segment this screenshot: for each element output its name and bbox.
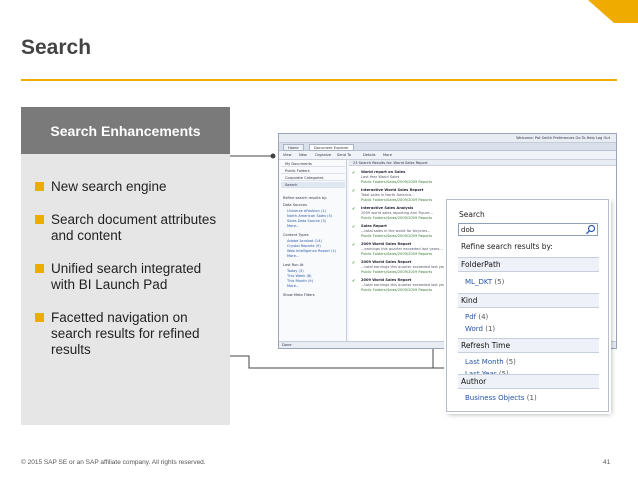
facet-item-name: Word: [465, 325, 483, 333]
facet-group-label[interactable]: Content Types: [283, 233, 309, 237]
nav-item-label: Corporate Categories: [285, 176, 324, 180]
facet-item-name: Last Month: [465, 358, 504, 366]
toolbar-details-button[interactable]: Details: [363, 153, 375, 157]
result-title[interactable]: Interactive Sales Analysis: [361, 206, 413, 210]
result-title[interactable]: 2009 World Sales Report: [361, 242, 411, 246]
result-snippet: Total sales in North America...: [361, 193, 415, 197]
result-path[interactable]: Public Folders/Sales/2009/2009 Reports: [361, 270, 432, 274]
nav-item[interactable]: Public Folders: [281, 168, 345, 174]
facet-group-label[interactable]: Show Meta Filters: [283, 293, 315, 297]
nav-item-label: Search: [285, 183, 298, 187]
search-input[interactable]: [458, 223, 598, 236]
refine-label: Refine search results by:: [461, 242, 553, 251]
facet-item-count: (1): [526, 394, 537, 402]
facet-item-name: ML_DKT: [465, 278, 493, 286]
toolbar-organize-button[interactable]: Organize: [315, 153, 331, 157]
search-callout: Search Refine search results by: FolderP…: [446, 199, 609, 412]
check-icon: ✔: [352, 224, 356, 229]
facet-item-count: (5): [494, 278, 505, 286]
result-title[interactable]: Interactive World Sales Report: [361, 188, 423, 192]
facet-link[interactable]: Universe eFashion (1): [287, 209, 326, 213]
result-path[interactable]: Public Folders/Sales/2009/2009 Reports: [361, 216, 432, 220]
search-icon[interactable]: [585, 224, 596, 235]
result-path[interactable]: Public Folders/Sales/2009/2009 Reports: [361, 180, 432, 184]
welcome-text: Welcome: Pat Smith Preferences Go To Hel…: [516, 136, 610, 140]
page-number: 41: [603, 459, 611, 466]
facet-link[interactable]: More...: [287, 254, 299, 258]
facet-header-folderpath[interactable]: FolderPath: [458, 257, 599, 272]
facet-header-kind[interactable]: Kind: [458, 293, 599, 308]
facet-item[interactable]: Last Month (5): [465, 358, 516, 366]
result-snippet: ...total earnings this quarter exceeded …: [361, 265, 453, 269]
result-snippet: 2009 world sales reporting Ann Figure...: [361, 211, 433, 215]
facet-link[interactable]: Crystal Reports (9): [287, 244, 321, 248]
facet-link[interactable]: This Week (8): [287, 274, 312, 278]
facet-item-count: (5): [505, 358, 516, 366]
refine-heading: Refine search results by:: [283, 196, 328, 200]
facet-link[interactable]: More...: [287, 284, 299, 288]
result-title[interactable]: 2009 World Sales Report: [361, 278, 411, 282]
check-icon: ✔: [352, 170, 356, 175]
toolbar-more-button[interactable]: More: [383, 153, 392, 157]
results-header: 23 Search Results for: World Sales Repor…: [349, 160, 616, 166]
facet-link[interactable]: North American Sales (5): [287, 214, 332, 218]
facet-item-name: Pdf: [465, 313, 477, 321]
facet-item[interactable]: Pdf (4): [465, 313, 488, 321]
facet-link[interactable]: Today (3): [287, 269, 304, 273]
facet-header-refresh-time[interactable]: Refresh Time: [458, 338, 599, 353]
toolbar: View New Organize Send To Details More: [279, 151, 616, 160]
facet-link[interactable]: Sales Data Source (3): [287, 219, 326, 223]
check-icon: ✔: [352, 260, 356, 265]
check-icon: ✔: [352, 242, 356, 247]
result-snippet: Last Year World Sales: [361, 175, 400, 179]
result-title[interactable]: 2009 World Sales Report: [361, 260, 411, 264]
result-path[interactable]: Public Folders/Sales/2009/2009 Reports: [361, 234, 432, 238]
facet-group-label[interactable]: Data Sources: [283, 203, 307, 207]
facet-item[interactable]: Business Objects (1): [465, 394, 537, 402]
facet-header-author[interactable]: Author: [458, 374, 599, 389]
status-text: Done: [282, 343, 292, 347]
result-path[interactable]: Public Folders/Sales/2009/2009 Reports: [361, 288, 432, 292]
nav-item[interactable]: Corporate Categories: [281, 175, 345, 181]
facet-item[interactable]: ML_DKT (5): [465, 278, 504, 286]
facet-group-label[interactable]: Last Run At: [283, 263, 303, 267]
result-path[interactable]: Public Folders/Sales/2009/2009 Reports: [361, 252, 432, 256]
result-snippet: ...total sales in the world for bicycles…: [361, 229, 431, 233]
facet-link[interactable]: Adobe Acrobat (14): [287, 239, 322, 243]
facet-item-count: (4): [478, 313, 489, 321]
left-navigation: My Documents Public Folders Corporate Ca…: [279, 160, 347, 342]
result-title[interactable]: World report on Sales: [361, 170, 405, 174]
nav-item[interactable]: My Documents: [281, 161, 345, 167]
check-icon: ✔: [352, 206, 356, 211]
toolbar-new-button[interactable]: New: [299, 153, 307, 157]
footer-copyright: © 2015 SAP SE or an SAP affiliate compan…: [21, 459, 206, 466]
top-bar: Welcome: Pat Smith Preferences Go To Hel…: [279, 134, 616, 143]
check-icon: ✔: [352, 188, 356, 193]
facet-link[interactable]: More...: [287, 224, 299, 228]
facet-link[interactable]: Web Intelligence Report (1): [287, 249, 336, 253]
result-path[interactable]: Public Folders/Sales/2009/2009 Reports: [361, 198, 432, 202]
toolbar-view-button[interactable]: View: [283, 153, 292, 157]
tab-strip: Home Document Explorer: [279, 143, 616, 151]
facet-link[interactable]: This Month (9): [287, 279, 313, 283]
facet-item-count: (1): [485, 325, 496, 333]
toolbar-send-to-button[interactable]: Send To: [337, 153, 351, 157]
facet-item-name: Business Objects: [465, 394, 525, 402]
tab-home[interactable]: Home: [283, 144, 304, 151]
nav-item-label: Public Folders: [285, 169, 310, 173]
result-snippet: ...total earnings this quarter exceeded …: [361, 283, 453, 287]
results-header-text: 23 Search Results for: World Sales Repor…: [353, 161, 428, 165]
facet-item[interactable]: Word (1): [465, 325, 495, 333]
nav-item[interactable]: Search: [281, 182, 345, 188]
check-icon: ✔: [352, 278, 356, 283]
result-title[interactable]: Sales Report: [361, 224, 387, 228]
search-label: Search: [459, 210, 485, 219]
result-snippet: ...earnings this quarter exceeded last y…: [361, 247, 443, 251]
tab-document-explorer[interactable]: Document Explorer: [309, 144, 354, 151]
nav-item-label: My Documents: [285, 162, 312, 166]
